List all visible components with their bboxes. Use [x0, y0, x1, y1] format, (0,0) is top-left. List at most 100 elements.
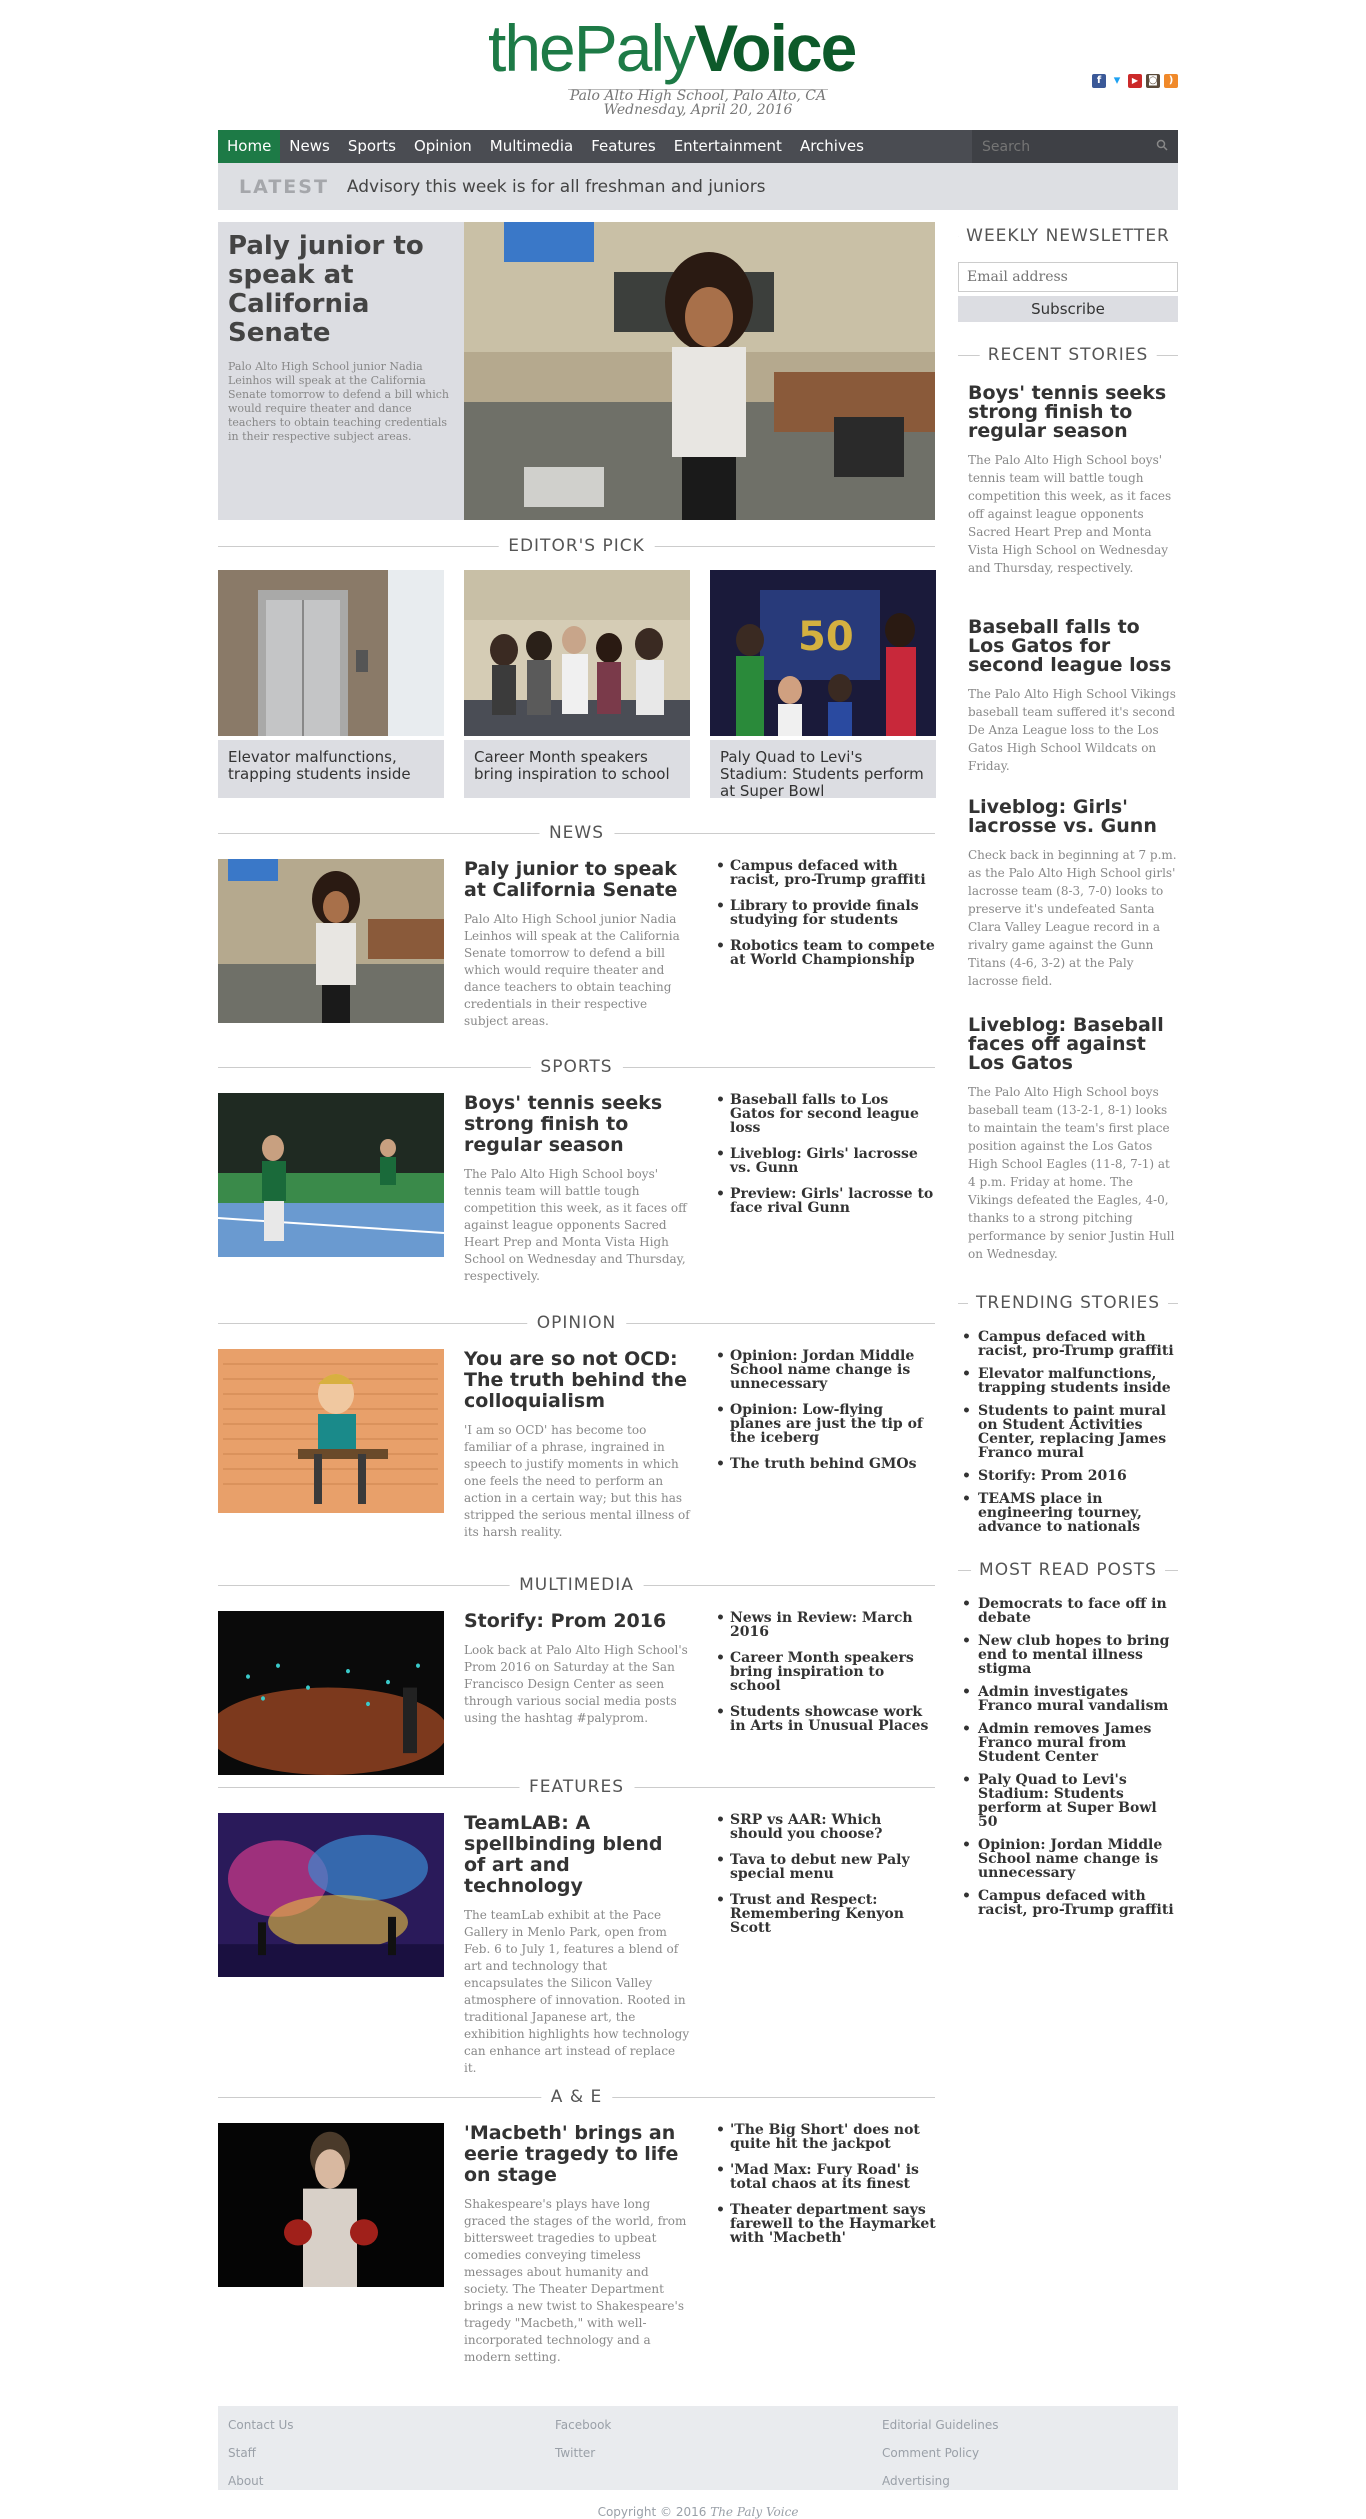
opinion-heading[interactable]: OPINION [526, 1313, 627, 1333]
footer-link-contact[interactable]: Contact Us [228, 2418, 294, 2432]
recent-stories-header: RECENT STORIES [958, 345, 1178, 365]
nav-opinion[interactable]: Opinion [405, 130, 481, 163]
most-read-item[interactable]: Admin investigates Franco mural vandalis… [958, 1685, 1178, 1713]
nav-sports[interactable]: Sports [339, 130, 405, 163]
nav-features[interactable]: Features [582, 130, 665, 163]
ae-link[interactable]: Theater department says farewell to the … [712, 2203, 937, 2245]
news-lead-summary: Palo Alto High School junior Nadia Leinh… [464, 912, 680, 1028]
sports-heading[interactable]: SPORTS [530, 1057, 623, 1077]
recent-story-summary: The Palo Alto High School boys' tennis t… [968, 453, 1172, 575]
search-icon[interactable] [1156, 139, 1168, 151]
sports-lead-title[interactable]: Boys' tennis seeks strong finish to regu… [464, 1093, 690, 1156]
opinion-illustration[interactable] [218, 1349, 444, 1513]
nav-home[interactable]: Home [218, 130, 281, 163]
footer-link-advertising[interactable]: Advertising [882, 2474, 950, 2488]
multimedia-link[interactable]: Career Month speakers bring inspiration … [712, 1651, 937, 1693]
twitter-icon[interactable]: ▾ [1110, 74, 1124, 88]
sports-link[interactable]: Liveblog: Girls' lacrosse vs. Gunn [712, 1147, 937, 1175]
trending-item[interactable]: Students to paint mural on Student Activ… [958, 1404, 1178, 1460]
ae-link[interactable]: 'The Big Short' does not quite hit the j… [712, 2123, 937, 2151]
recent-story-title[interactable]: Boys' tennis seeks strong finish to regu… [968, 384, 1178, 441]
sports-photo[interactable] [218, 1093, 444, 1257]
most-read-item[interactable]: New club hopes to bring end to mental il… [958, 1634, 1178, 1676]
recent-story-title[interactable]: Baseball falls to Los Gatos for second l… [968, 618, 1178, 675]
trending-item[interactable]: TEAMS place in engineering tourney, adva… [958, 1492, 1178, 1534]
facebook-icon[interactable]: f [1092, 74, 1106, 88]
multimedia-lead-title[interactable]: Storify: Prom 2016 [464, 1611, 690, 1632]
recent-story[interactable]: Liveblog: Baseball faces off against Los… [968, 1016, 1178, 1263]
editors-pick-header: EDITOR'S PICK [218, 536, 935, 556]
news-lead-title[interactable]: Paly junior to speak at California Senat… [464, 859, 690, 901]
news-heading[interactable]: NEWS [538, 823, 615, 843]
pick-card-career-month[interactable]: Career Month speakers bring inspiration … [464, 570, 690, 798]
logo-voice: Voice [694, 11, 857, 85]
ae-photo[interactable] [218, 2123, 444, 2287]
news-link[interactable]: Library to provide finals studying for s… [712, 899, 937, 927]
trending-item[interactable]: Storify: Prom 2016 [958, 1469, 1178, 1483]
ae-lead-title[interactable]: 'Macbeth' brings an eerie tragedy to lif… [464, 2123, 690, 2186]
footer-link-comment-policy[interactable]: Comment Policy [882, 2446, 979, 2460]
sports-link[interactable]: Baseball falls to Los Gatos for second l… [712, 1093, 937, 1135]
search-box [972, 130, 1178, 163]
footer-link-twitter[interactable]: Twitter [555, 2446, 595, 2460]
featured-photo[interactable] [464, 222, 935, 520]
featured-title[interactable]: Paly junior to speak at California Senat… [228, 232, 454, 348]
footer-link-about[interactable]: About [228, 2474, 263, 2488]
site-footer: Contact Us Staff About Facebook Twitter … [218, 2406, 1178, 2490]
features-link[interactable]: SRP vs AAR: Which should you choose? [712, 1813, 937, 1841]
nav-entertainment[interactable]: Entertainment [665, 130, 791, 163]
sports-link[interactable]: Preview: Girls' lacrosse to face rival G… [712, 1187, 937, 1215]
rss-icon[interactable]: ) [1164, 74, 1178, 88]
recent-story[interactable]: Baseball falls to Los Gatos for second l… [968, 618, 1178, 775]
features-lead-title[interactable]: TeamLAB: A spellbinding blend of art and… [464, 1813, 690, 1897]
features-link[interactable]: Trust and Respect: Remembering Kenyon Sc… [712, 1893, 937, 1935]
recent-story[interactable]: Liveblog: Girls' lacrosse vs. Gunn Check… [968, 798, 1178, 990]
news-link[interactable]: Robotics team to compete at World Champi… [712, 939, 937, 967]
most-read-item[interactable]: Admin removes James Franco mural from St… [958, 1722, 1178, 1764]
opinion-link[interactable]: Opinion: Low-flying planes are just the … [712, 1403, 937, 1445]
newsletter-email-input[interactable] [958, 262, 1178, 292]
features-link[interactable]: Tava to debut new Paly special menu [712, 1853, 937, 1881]
footer-link-editorial-guidelines[interactable]: Editorial Guidelines [882, 2418, 999, 2432]
recent-story[interactable]: Boys' tennis seeks strong finish to regu… [968, 384, 1178, 577]
opinion-link-list: Opinion: Jordan Middle School name chang… [712, 1349, 937, 1483]
ae-heading[interactable]: A & E [540, 2087, 613, 2107]
recent-story-title[interactable]: Liveblog: Baseball faces off against Los… [968, 1016, 1178, 1073]
subscribe-button[interactable]: Subscribe [958, 296, 1178, 322]
footer-link-facebook[interactable]: Facebook [555, 2418, 611, 2432]
opinion-link[interactable]: The truth behind GMOs [712, 1457, 937, 1471]
most-read-item[interactable]: Democrats to face off in debate [958, 1597, 1178, 1625]
multimedia-link[interactable]: News in Review: March 2016 [712, 1611, 937, 1639]
recent-story-title[interactable]: Liveblog: Girls' lacrosse vs. Gunn [968, 798, 1178, 836]
news-photo[interactable] [218, 859, 444, 1023]
most-read-item[interactable]: Paly Quad to Levi's Stadium: Students pe… [958, 1773, 1178, 1829]
nav-news[interactable]: News [280, 130, 339, 163]
youtube-icon[interactable]: ▶ [1128, 74, 1142, 88]
footer-link-staff[interactable]: Staff [228, 2446, 256, 2460]
latest-headline[interactable]: Advisory this week is for all freshman a… [347, 177, 766, 197]
ae-link[interactable]: 'Mad Max: Fury Road' is total chaos at i… [712, 2163, 937, 2191]
most-read-item[interactable]: Campus defaced with racist, pro-Trump gr… [958, 1889, 1178, 1917]
trending-item[interactable]: Campus defaced with racist, pro-Trump gr… [958, 1330, 1178, 1358]
features-photo[interactable] [218, 1813, 444, 1977]
multimedia-lead-summary: Look back at Palo Alto High School's Pro… [464, 1643, 688, 1725]
multimedia-link[interactable]: Students showcase work in Arts in Unusua… [712, 1705, 937, 1733]
pick-card-super-bowl[interactable]: 50 Paly Quad to Levi's Stadium: Students… [710, 570, 936, 800]
opinion-lead-title[interactable]: You are so not OCD: The truth behind the… [464, 1349, 690, 1412]
recent-story-summary: The Palo Alto High School boys baseball … [968, 1085, 1175, 1261]
most-read-item[interactable]: Opinion: Jordan Middle School name chang… [958, 1838, 1178, 1880]
features-heading[interactable]: FEATURES [518, 1777, 635, 1797]
site-logo[interactable]: thePalyVoice [488, 11, 857, 85]
features-lead-summary: The teamLab exhibit at the Pace Gallery … [464, 1908, 690, 2075]
pick-card-elevator[interactable]: Elevator malfunctions, trapping students… [218, 570, 444, 798]
multimedia-photo[interactable] [218, 1611, 444, 1775]
search-input[interactable] [972, 130, 1142, 163]
news-link[interactable]: Campus defaced with racist, pro-Trump gr… [712, 859, 937, 887]
instagram-icon[interactable]: ◙ [1146, 74, 1160, 88]
opinion-link[interactable]: Opinion: Jordan Middle School name chang… [712, 1349, 937, 1391]
trending-item[interactable]: Elevator malfunctions, trapping students… [958, 1367, 1178, 1395]
nav-multimedia[interactable]: Multimedia [481, 130, 582, 163]
nav-archives[interactable]: Archives [791, 130, 873, 163]
multimedia-heading[interactable]: MULTIMEDIA [509, 1575, 644, 1595]
featured-story[interactable]: Paly junior to speak at California Senat… [218, 222, 935, 520]
